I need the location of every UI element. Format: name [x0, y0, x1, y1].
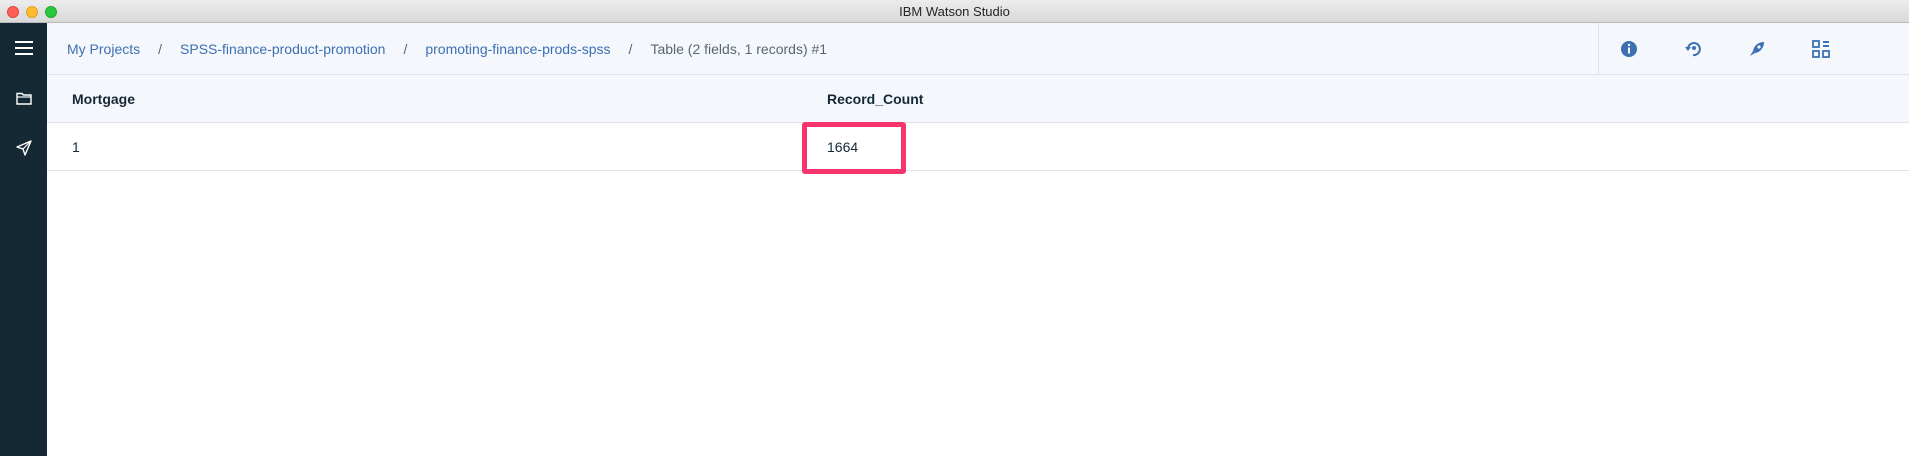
grid-view-button[interactable]: [1805, 33, 1837, 65]
rocket-icon: [1750, 42, 1764, 56]
column-header-record-count[interactable]: Record_Count: [827, 75, 923, 123]
info-button[interactable]: [1613, 33, 1645, 65]
breadcrumb-flow[interactable]: promoting-finance-prods-spss: [425, 41, 610, 57]
restore-button[interactable]: [1677, 33, 1709, 65]
page-header: My Projects / SPSS-finance-product-promo…: [47, 23, 1909, 75]
rocket-icon: [15, 140, 32, 156]
breadcrumb-separator: /: [403, 41, 408, 57]
breadcrumb-my-projects[interactable]: My Projects: [67, 41, 140, 57]
restore-icon: [1685, 42, 1701, 57]
table-header-row: Mortgage Record_Count: [47, 75, 1909, 123]
header-divider: [1598, 23, 1599, 75]
deployments-button[interactable]: [0, 127, 47, 169]
grid-icon: [1812, 40, 1830, 58]
breadcrumb-separator: /: [628, 41, 633, 57]
column-header-mortgage[interactable]: Mortgage: [72, 75, 135, 123]
window-title-bar: IBM Watson Studio: [0, 0, 1909, 23]
cell-mortgage: 1: [72, 139, 80, 155]
highlight-box: [802, 122, 906, 174]
deploy-button[interactable]: [1741, 33, 1773, 65]
breadcrumb-project[interactable]: SPSS-finance-product-promotion: [180, 41, 385, 57]
projects-folder-button[interactable]: [0, 77, 47, 119]
hamburger-menu-button[interactable]: [0, 27, 47, 69]
window-title: IBM Watson Studio: [899, 4, 1010, 19]
hamburger-menu-icon: [14, 41, 33, 55]
breadcrumb: My Projects / SPSS-finance-product-promo…: [67, 23, 827, 75]
info-icon: [1621, 41, 1637, 57]
data-table: Mortgage Record_Count 1 1664: [47, 75, 1909, 174]
folder-icon: [15, 92, 32, 105]
breadcrumb-separator: /: [158, 41, 163, 57]
breadcrumb-current-page: Table (2 fields, 1 records) #1: [650, 41, 828, 57]
table-row: 1 1664: [47, 122, 1909, 174]
left-navigation-rail: [0, 23, 47, 456]
